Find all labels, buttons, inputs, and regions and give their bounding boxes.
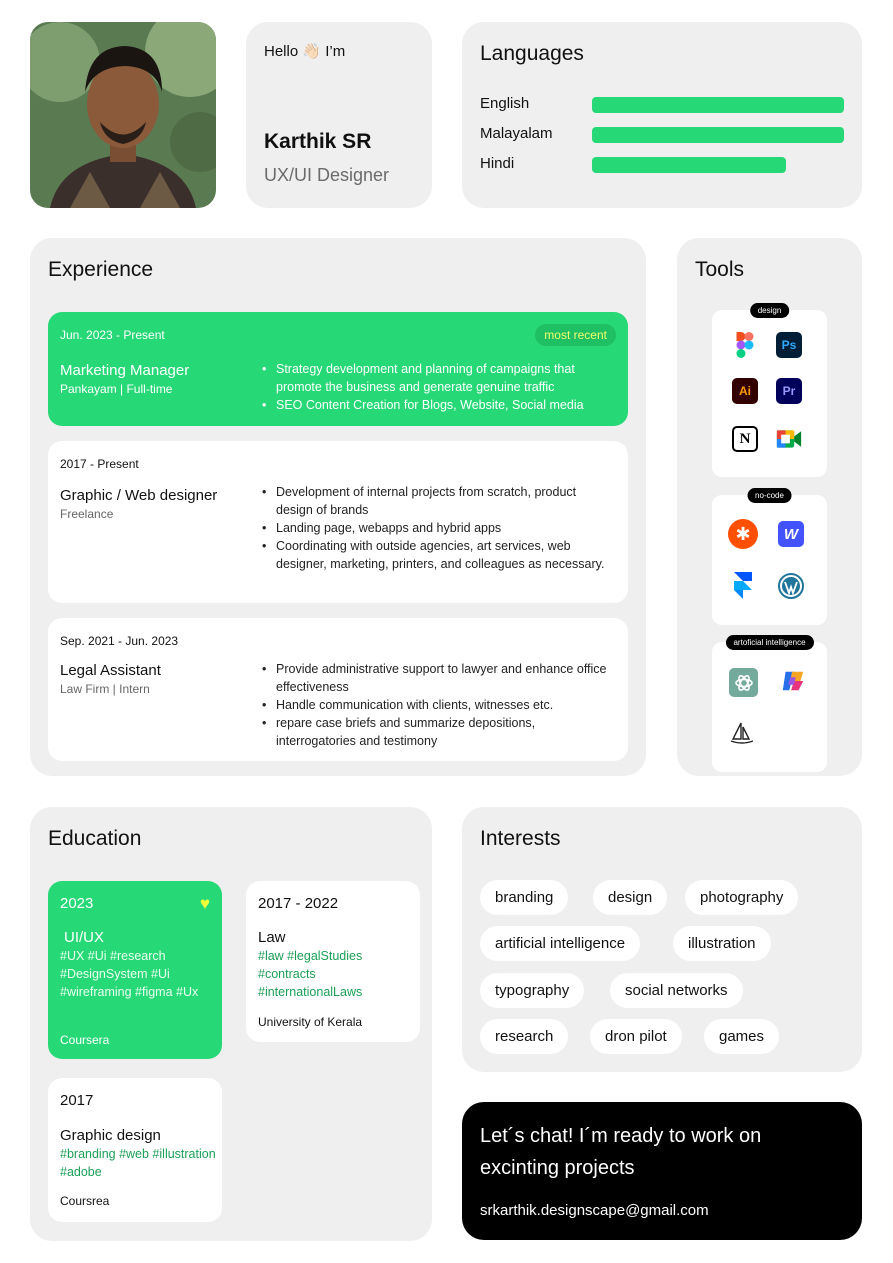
- bullet-item: Handle communication with clients, witne…: [262, 696, 614, 714]
- language-row: Hindi: [480, 155, 850, 175]
- profile-photo: [30, 22, 216, 208]
- interest-chip: artificial intelligence: [480, 926, 641, 961]
- framer-icon: [730, 572, 756, 599]
- zapier-icon: ✱: [728, 519, 758, 549]
- interest-chip: games: [704, 1019, 780, 1054]
- education-item: 2023 ♥ UI/UX #UX #Ui #research #DesignSy…: [48, 881, 222, 1059]
- language-row: English: [480, 95, 850, 115]
- interest-chip: design: [593, 880, 668, 915]
- languages-card: Languages English Malayalam Hindi: [462, 22, 862, 208]
- interest-chip: social networks: [610, 973, 743, 1008]
- education-item: 2017 - 2022 Law #law #legalStudies #cont…: [246, 881, 420, 1042]
- bullet-item: repare case briefs and summarize deposit…: [262, 714, 614, 750]
- education-school: Coursrea: [60, 1194, 110, 1208]
- language-name: Hindi: [480, 155, 515, 172]
- experience-bullets: Provide administrative support to lawyer…: [262, 660, 614, 750]
- education-card: Education 2023 ♥ UI/UX #UX #Ui #research…: [30, 807, 432, 1241]
- bullet-item: Strategy development and planning of cam…: [262, 360, 614, 396]
- experience-item: 2017 - Present Graphic / Web designer Fr…: [48, 441, 628, 603]
- experience-company: Law Firm | Intern: [60, 682, 150, 696]
- education-school: Coursera: [60, 1033, 110, 1047]
- education-tags: #UX #Ui #research #DesignSystem #Ui #wir…: [60, 949, 199, 999]
- language-name: Malayalam: [480, 125, 553, 142]
- experience-role: Marketing Manager: [60, 362, 190, 379]
- bullet-item: Coordinating with outside agencies, art …: [262, 537, 614, 573]
- interest-chip: photography: [685, 880, 799, 915]
- midjourney-icon: [729, 720, 755, 746]
- experience-bullets: Development of internal projects from sc…: [262, 483, 614, 573]
- illustrator-icon: Ai: [732, 378, 758, 404]
- language-bar: [592, 127, 844, 143]
- experience-item: Jun. 2023 - Present most recent Marketin…: [48, 312, 628, 426]
- experience-bullets: Strategy development and planning of cam…: [262, 360, 614, 414]
- tools-card: Tools design Ps Ai Pr N no-code ✱ W arto…: [677, 238, 862, 776]
- experience-period: Sep. 2021 - Jun. 2023: [60, 634, 179, 648]
- tool-group-tag: design: [749, 303, 790, 318]
- language-bar-fill: [592, 127, 844, 143]
- tool-group-ai: artoficial intelligence: [712, 635, 827, 772]
- wordpress-icon: [778, 573, 804, 599]
- interest-chip: dron pilot: [590, 1019, 682, 1054]
- education-course: Law: [258, 929, 286, 946]
- person-role: UX/UI Designer: [264, 165, 390, 185]
- contact-email-link[interactable]: srkarthik.designscape@gmail.com: [480, 1202, 709, 1219]
- interests-card: Interests branding design photography ar…: [462, 807, 862, 1072]
- interests-title: Interests: [480, 827, 561, 850]
- tool-group-design: design Ps Ai Pr N: [712, 303, 827, 477]
- interest-chip: branding: [480, 880, 569, 915]
- premiere-icon: Pr: [776, 378, 802, 404]
- interest-chip: illustration: [673, 926, 771, 961]
- notion-icon: N: [732, 426, 758, 452]
- experience-role: Graphic / Web designer: [60, 487, 218, 504]
- experience-company: Pankayam | Full-time: [60, 382, 173, 396]
- google-meet-icon: [776, 426, 802, 452]
- intro-card: Hello 👋🏻 I’m Karthik SR UX/UI Designer: [246, 22, 432, 208]
- experience-item: Sep. 2021 - Jun. 2023 Legal Assistant La…: [48, 618, 628, 761]
- greeting: Hello 👋🏻 I’m: [264, 43, 346, 60]
- figma-icon: [732, 332, 758, 358]
- experience-period: 2017 - Present: [60, 457, 139, 471]
- education-course: Graphic design: [60, 1127, 161, 1144]
- contact-message: Let´s chat! I´m ready to work on excinti…: [480, 1125, 762, 1179]
- experience-role: Legal Assistant: [60, 662, 161, 679]
- education-item: 2017 Graphic design #branding #web #illu…: [48, 1078, 222, 1222]
- experience-company: Freelance: [60, 507, 114, 521]
- interest-chip: research: [480, 1019, 569, 1054]
- education-tags: #branding #web #illustration #adobe: [60, 1147, 216, 1179]
- contact-card: Let´s chat! I´m ready to work on excinti…: [462, 1102, 862, 1240]
- person-name: Karthik SR: [264, 130, 372, 153]
- education-year: 2017 - 2022: [258, 895, 339, 912]
- chatgpt-icon: [729, 668, 758, 697]
- interest-chip: typography: [480, 973, 585, 1008]
- bullet-item: SEO Content Creation for Blogs, Website,…: [262, 396, 614, 414]
- language-bar: [592, 97, 844, 113]
- most-recent-badge: most recent: [535, 324, 616, 346]
- tool-group-tag: no-code: [747, 488, 792, 503]
- education-school: University of Kerala: [258, 1015, 363, 1029]
- language-bar-fill: [592, 97, 844, 113]
- language-bar-fill: [592, 157, 787, 173]
- education-year: 2023: [60, 895, 94, 912]
- webflow-icon: W: [778, 521, 804, 547]
- tools-title: Tools: [695, 258, 745, 281]
- education-title: Education: [48, 827, 142, 850]
- tool-group-no-code: no-code ✱ W: [712, 488, 827, 625]
- education-year: 2017: [60, 1092, 94, 1109]
- experience-card: Experience Jun. 2023 - Present most rece…: [30, 238, 646, 776]
- bullet-item: Development of internal projects from sc…: [262, 483, 614, 519]
- education-course: UI/UX: [64, 929, 105, 946]
- experience-title: Experience: [48, 258, 154, 281]
- bullet-item: Provide administrative support to lawyer…: [262, 660, 614, 696]
- language-row: Malayalam: [480, 125, 850, 145]
- experience-period: Jun. 2023 - Present: [60, 328, 165, 342]
- bullet-item: Landing page, webapps and hybrid apps: [262, 519, 614, 537]
- heart-icon: ♥: [199, 894, 210, 913]
- education-tags: #law #legalStudies #contracts #internati…: [258, 949, 363, 999]
- language-name: English: [480, 95, 530, 112]
- languages-title: Languages: [480, 42, 584, 65]
- copilot-icon: [780, 668, 806, 694]
- photoshop-icon: Ps: [776, 332, 802, 358]
- tool-group-tag: artoficial intelligence: [725, 635, 814, 650]
- language-bar: [592, 157, 844, 173]
